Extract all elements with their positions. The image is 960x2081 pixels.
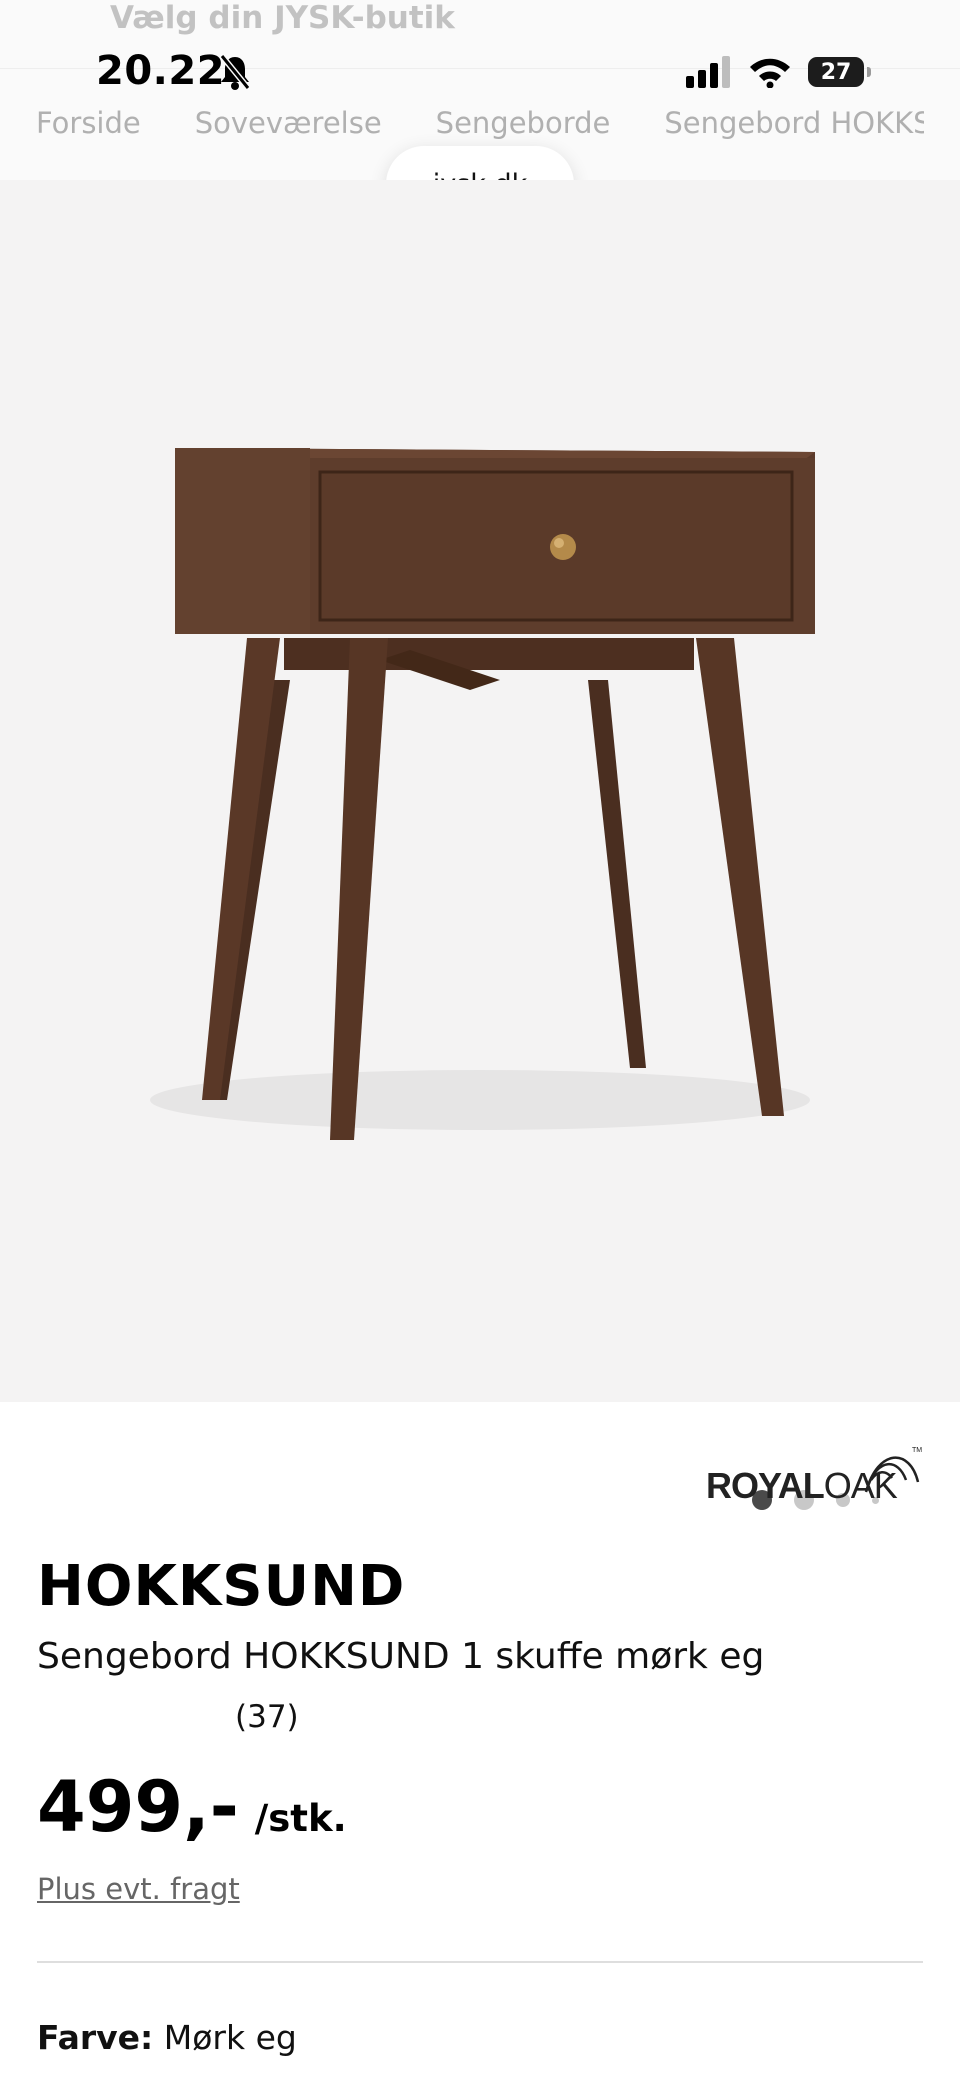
store-selector[interactable]: Vælg din JYSK-butik (110, 0, 455, 36)
brand-logo[interactable]: ROYALOAK TM (706, 1440, 926, 1510)
product-description: Sengebord HOKKSUND 1 skuffe mørk eg (37, 1636, 765, 1677)
rating-stars (37, 1697, 209, 1737)
wifi-icon (750, 58, 790, 88)
product-image-gallery[interactable] (0, 180, 960, 1510)
bell-muted-icon (219, 54, 251, 90)
star-icon (125, 1698, 165, 1735)
rating-count[interactable]: (37) (235, 1699, 299, 1735)
status-icons: 27 (686, 52, 871, 92)
breadcrumb-item-forside[interactable]: Forside (36, 106, 141, 140)
price-unit: /stk. (254, 1797, 347, 1840)
color-value: Mørk eg (163, 2018, 297, 2057)
price-amount: 499,- (37, 1766, 239, 1848)
color-selector[interactable]: Farve: Mørk eg (37, 2018, 297, 2057)
star-icon (81, 1698, 121, 1735)
status-time: 20.22 (96, 48, 226, 94)
battery-indicator: 27 (808, 57, 871, 87)
star-icon (37, 1698, 77, 1735)
breadcrumb-item-sovevaerelse[interactable]: Soveværelse (195, 106, 382, 140)
section-divider (37, 1961, 923, 1963)
breadcrumb: Forside Soveværelse Sengeborde Sengebord… (36, 106, 924, 140)
signal-icon (686, 56, 730, 88)
svg-text:TM: TM (912, 1447, 922, 1454)
freight-link[interactable]: Plus evt. fragt (37, 1872, 240, 1906)
star-icon (169, 1698, 209, 1735)
price: 499,- /stk. (37, 1766, 347, 1848)
product-image (150, 448, 815, 1140)
breadcrumb-item-sengeborde[interactable]: Sengeborde (436, 106, 611, 140)
color-label: Farve: (37, 2018, 154, 2057)
product-title: HOKKSUND (37, 1554, 406, 1619)
rating[interactable]: (37) (37, 1697, 299, 1737)
breadcrumb-item-current: Sengebord HOKKSUND (664, 106, 924, 140)
